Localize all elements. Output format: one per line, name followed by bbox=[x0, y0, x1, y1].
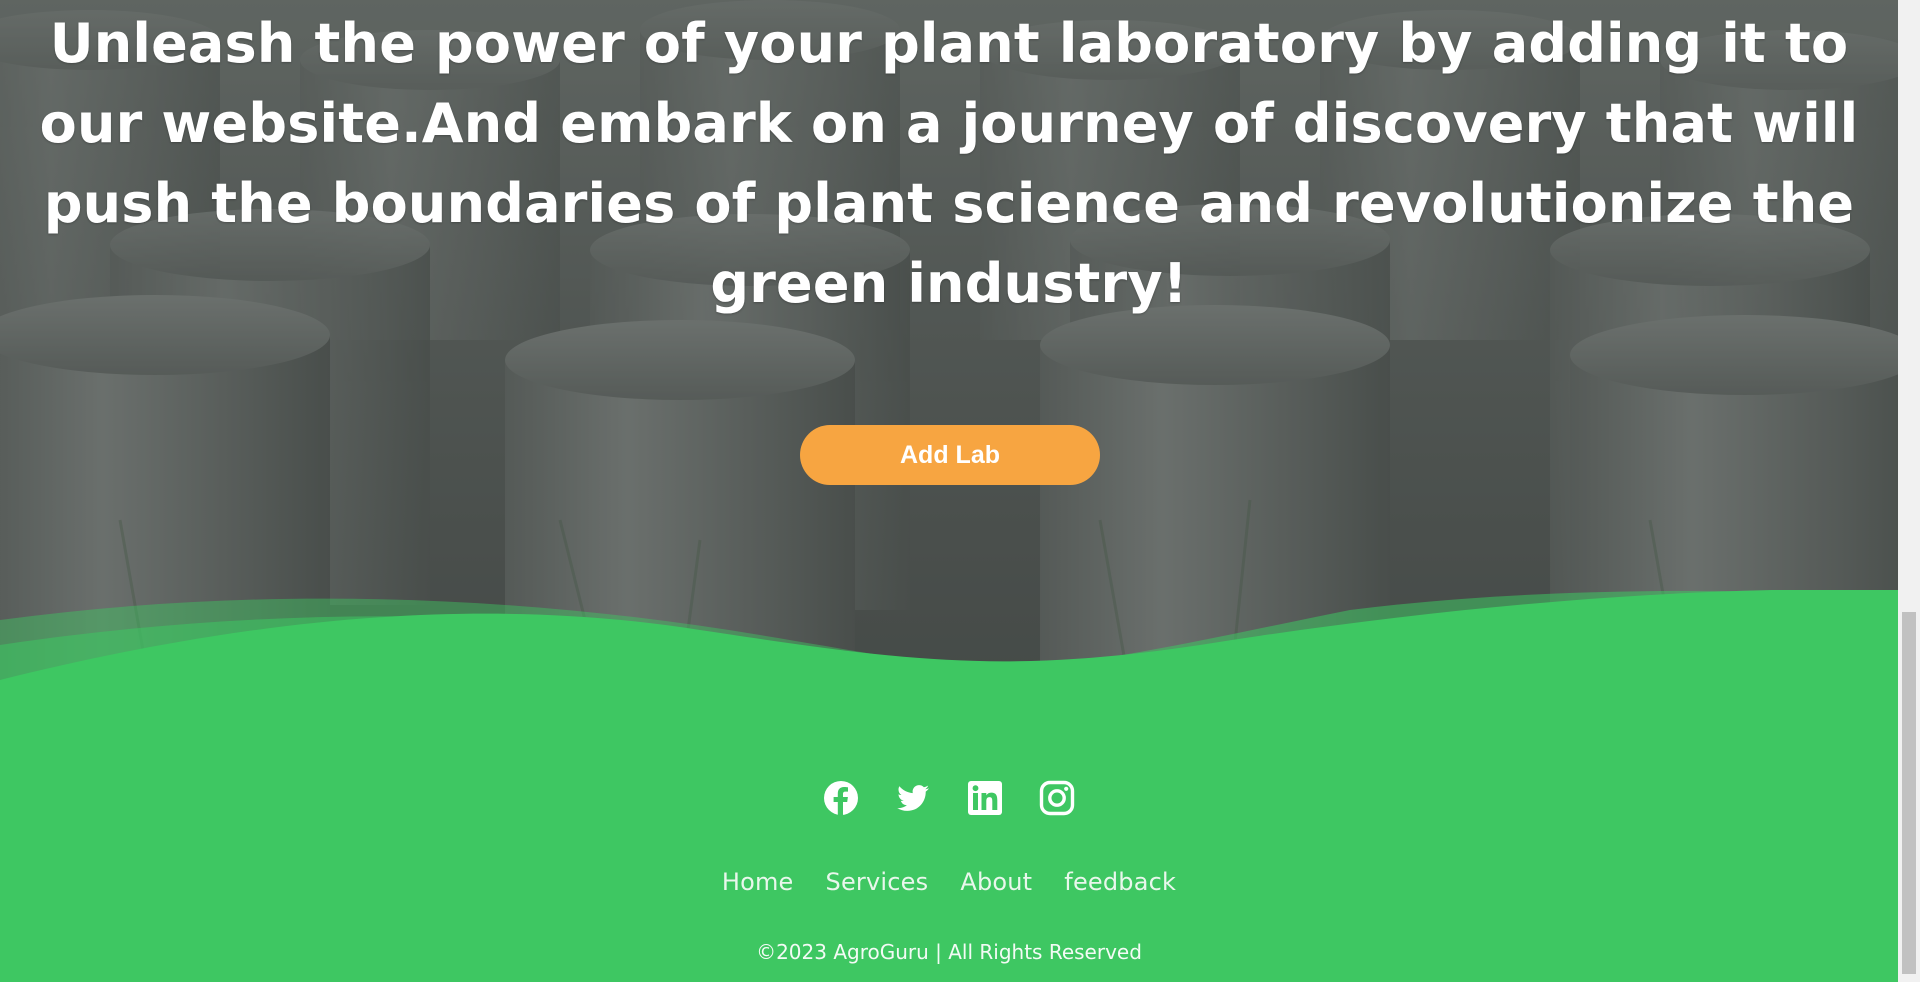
hero-heading: Unleash the power of your plant laborato… bbox=[39, 12, 1859, 315]
facebook-icon[interactable] bbox=[823, 780, 859, 816]
scrollbar-thumb[interactable] bbox=[1902, 612, 1916, 974]
twitter-icon[interactable] bbox=[895, 780, 931, 816]
instagram-icon[interactable] bbox=[1039, 780, 1075, 816]
footer-link-about[interactable]: About bbox=[960, 868, 1032, 896]
add-lab-button[interactable]: Add Lab bbox=[800, 425, 1100, 485]
footer-link-services[interactable]: Services bbox=[826, 868, 929, 896]
copyright-text: ©2023 AgroGuru | All Rights Reserved bbox=[756, 940, 1142, 964]
site-footer: Home Services About feedback ©2023 AgroG… bbox=[0, 682, 1898, 982]
linkedin-icon[interactable] bbox=[967, 780, 1003, 816]
page: Unleash the power of your plant laborato… bbox=[0, 0, 1898, 982]
vertical-scrollbar[interactable] bbox=[1898, 0, 1920, 982]
hero-section: Unleash the power of your plant laborato… bbox=[0, 0, 1898, 690]
footer-link-feedback[interactable]: feedback bbox=[1064, 868, 1176, 896]
footer-nav: Home Services About feedback bbox=[0, 868, 1898, 896]
footer-link-home[interactable]: Home bbox=[722, 868, 794, 896]
social-links bbox=[0, 780, 1898, 820]
